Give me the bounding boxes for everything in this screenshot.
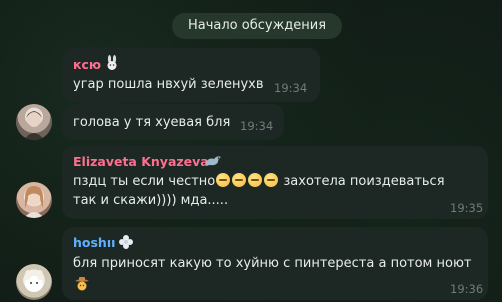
message-bubble[interactable]: голова у тя хуевая бля 19:34 bbox=[62, 104, 284, 140]
sender-name[interactable]: hoshıı bbox=[73, 235, 115, 250]
bunny-emoji-icon bbox=[105, 55, 119, 75]
message-bubble[interactable]: ксю угар пошла нвхуй зеленухв 19:34 bbox=[62, 48, 320, 102]
message-time: 19:34 bbox=[240, 119, 274, 133]
sender-name[interactable]: ксю bbox=[73, 57, 101, 72]
message-text: пздц ты если честно захотела поиздеватьс… bbox=[73, 173, 445, 190]
avatar[interactable] bbox=[16, 264, 52, 300]
avatar[interactable] bbox=[16, 104, 52, 140]
message-time: 19:35 bbox=[450, 201, 484, 215]
message-text: бля приносят какую то хуйню с пинтереста… bbox=[73, 256, 472, 271]
message-time: 19:36 bbox=[450, 282, 484, 296]
message-text-line2: так и скажи)))) мда..... bbox=[73, 193, 229, 208]
avatar[interactable] bbox=[16, 182, 52, 218]
smirk-emoji-icon bbox=[232, 173, 247, 187]
message-text: угар пошла нвхуй зеленухв bbox=[73, 77, 264, 92]
smirk-emoji-icon bbox=[216, 173, 231, 187]
flower-emoji-icon bbox=[118, 234, 134, 254]
sender-name[interactable]: Elizaveta Knyazeva bbox=[73, 154, 209, 169]
message-text: голова у тя хуевая бля bbox=[73, 115, 231, 130]
dragon-emoji-icon bbox=[204, 153, 222, 172]
message-text-part: захотела поиздеваться bbox=[283, 174, 445, 189]
message-bubble[interactable]: hoshıı бля приносят какую то хуйню с пин… bbox=[62, 227, 488, 300]
message-bubble[interactable]: Elizaveta Knyazeva пздц ты если честно з… bbox=[62, 146, 488, 219]
smirk-emoji-icon bbox=[248, 173, 263, 187]
discussion-start-divider: Начало обсуждения bbox=[172, 13, 342, 39]
message-time: 19:34 bbox=[274, 81, 308, 95]
cowboy-emoji-icon bbox=[74, 275, 90, 295]
message-text-part: пздц ты если честно bbox=[73, 174, 216, 189]
smirk-emoji-icon bbox=[264, 173, 279, 187]
